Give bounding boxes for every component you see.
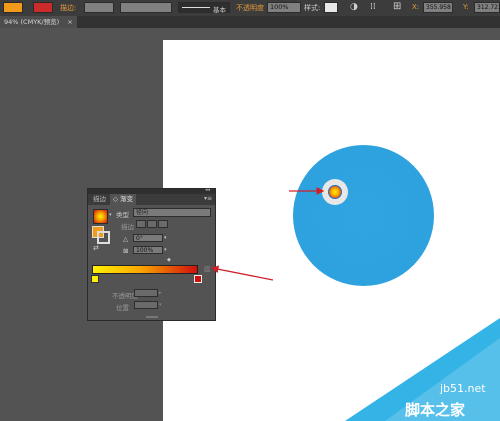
arrow-to-delete-stop (210, 265, 274, 281)
watermark-name: 脚本之家 (405, 401, 466, 419)
watermark-url: jb51.net (440, 382, 486, 395)
